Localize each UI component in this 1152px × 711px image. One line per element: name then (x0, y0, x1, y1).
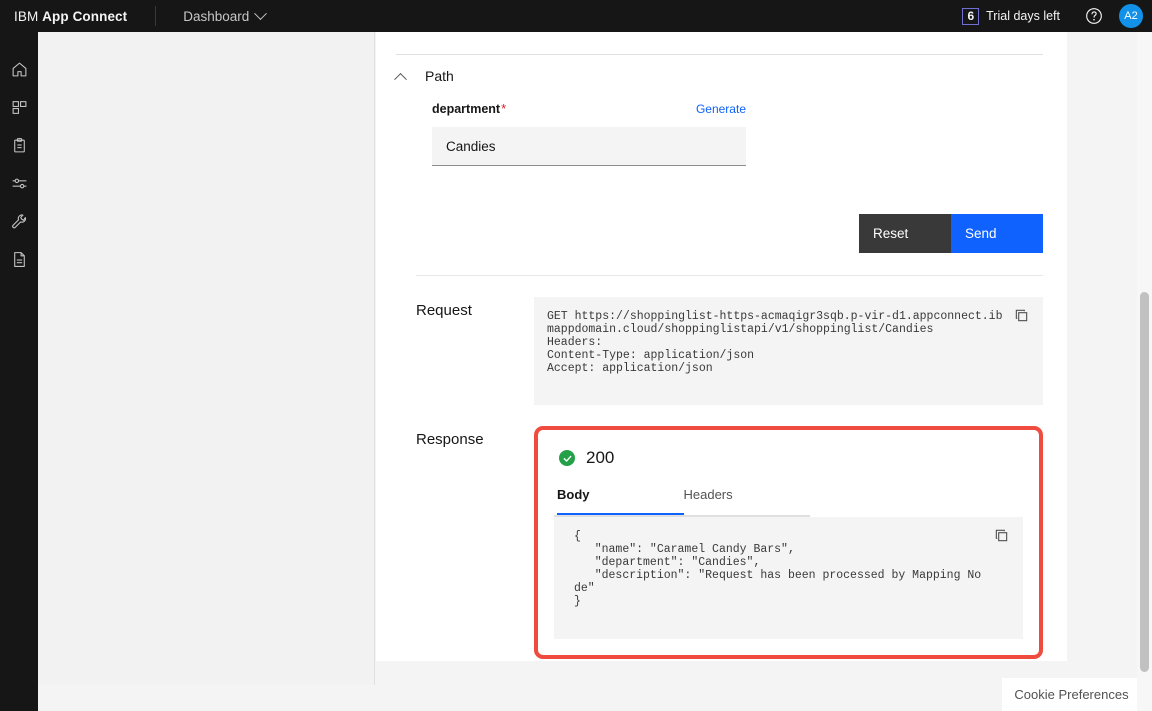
page-body: Path department * Generate Candies Reset… (38, 32, 1152, 711)
success-check-icon (559, 450, 575, 466)
department-field-block: department * Generate Candies (376, 84, 1067, 166)
response-label: Response (416, 431, 484, 448)
generate-link[interactable]: Generate (696, 102, 746, 116)
copy-icon[interactable] (1014, 308, 1029, 328)
copy-glyph-icon (995, 529, 1008, 542)
brand-prefix: IBM (14, 8, 39, 24)
department-input[interactable]: Candies (432, 127, 746, 166)
api-test-panel: Path department * Generate Candies Reset… (376, 32, 1067, 661)
request-row: Request GET https://shoppinglist-https-a… (376, 276, 1067, 405)
page-scrollbar-thumb[interactable] (1140, 292, 1149, 672)
response-row: Response 200 Body Headers {"name": "Car… (376, 405, 1067, 659)
check-glyph-icon (563, 455, 571, 462)
copy-glyph-icon (1015, 309, 1028, 322)
trial-days-label: Trial days left (986, 9, 1060, 23)
header-right-group: 6 Trial days left A2 (962, 0, 1152, 32)
api-test-inner: Path department * Generate Candies Reset… (376, 32, 1067, 659)
path-section-title: Path (425, 68, 454, 84)
sidebar-item-catalog[interactable] (0, 126, 38, 164)
reset-button[interactable]: Reset (859, 214, 951, 253)
cookie-preferences-button[interactable]: Cookie Preferences (1002, 678, 1141, 711)
response-status-code: 200 (586, 448, 615, 467)
response-body-text: { "name": "Caramel Candy Bars", "departm… (574, 530, 982, 608)
brand-name: App Connect (42, 8, 128, 24)
header-divider (155, 6, 157, 26)
wrench-icon (11, 213, 26, 228)
sidebar-item-home[interactable] (0, 50, 38, 88)
home-icon (12, 62, 26, 76)
avatar-wrapper: A2 (1110, 0, 1152, 32)
response-tabs: Body Headers (554, 487, 810, 517)
clipboard-icon (13, 137, 25, 152)
sidebar-rail (0, 32, 38, 711)
path-section-header[interactable]: Path (376, 55, 1067, 86)
document-icon (13, 251, 25, 267)
request-label: Request (416, 302, 472, 319)
department-field-header: department * Generate (432, 101, 746, 116)
apps-icon (12, 100, 26, 114)
brand-logo[interactable]: IBM App Connect (0, 9, 127, 24)
help-button[interactable] (1078, 0, 1110, 32)
trial-days-badge: 6 (962, 7, 980, 25)
tab-headers[interactable]: Headers (684, 487, 811, 515)
request-body-text: GET https://shoppinglist-https-acmaqigr3… (547, 310, 1003, 375)
nav-dashboard-label: Dashboard (183, 8, 250, 24)
sliders-icon (12, 178, 26, 188)
avatar[interactable]: A2 (1119, 4, 1143, 28)
response-status-row: 200 (554, 444, 1023, 468)
response-code-box: { "name": "Caramel Candy Bars", "departm… (554, 517, 1023, 639)
tab-body[interactable]: Body (557, 487, 684, 515)
action-button-row: Reset Send (376, 214, 1067, 253)
chevron-down-icon (254, 6, 268, 20)
help-circle-icon (1086, 8, 1102, 24)
app-header: IBM App Connect Dashboard 6 Trial days l… (0, 0, 1152, 32)
nav-dashboard[interactable]: Dashboard (183, 6, 268, 24)
response-highlight-card: 200 Body Headers { "name": "Caramel Cand… (534, 426, 1043, 659)
sidebar-item-apps[interactable] (0, 88, 38, 126)
sidebar-item-settings[interactable] (0, 164, 38, 202)
left-panel (38, 32, 375, 685)
send-button[interactable]: Send (951, 214, 1043, 253)
sidebar-item-tools[interactable] (0, 202, 38, 240)
department-field-label: department (432, 102, 501, 116)
required-marker: * (501, 101, 507, 116)
sidebar-item-documents[interactable] (0, 240, 38, 278)
copy-icon[interactable] (994, 528, 1009, 548)
request-code-box: GET https://shoppinglist-https-acmaqigr3… (534, 297, 1043, 405)
